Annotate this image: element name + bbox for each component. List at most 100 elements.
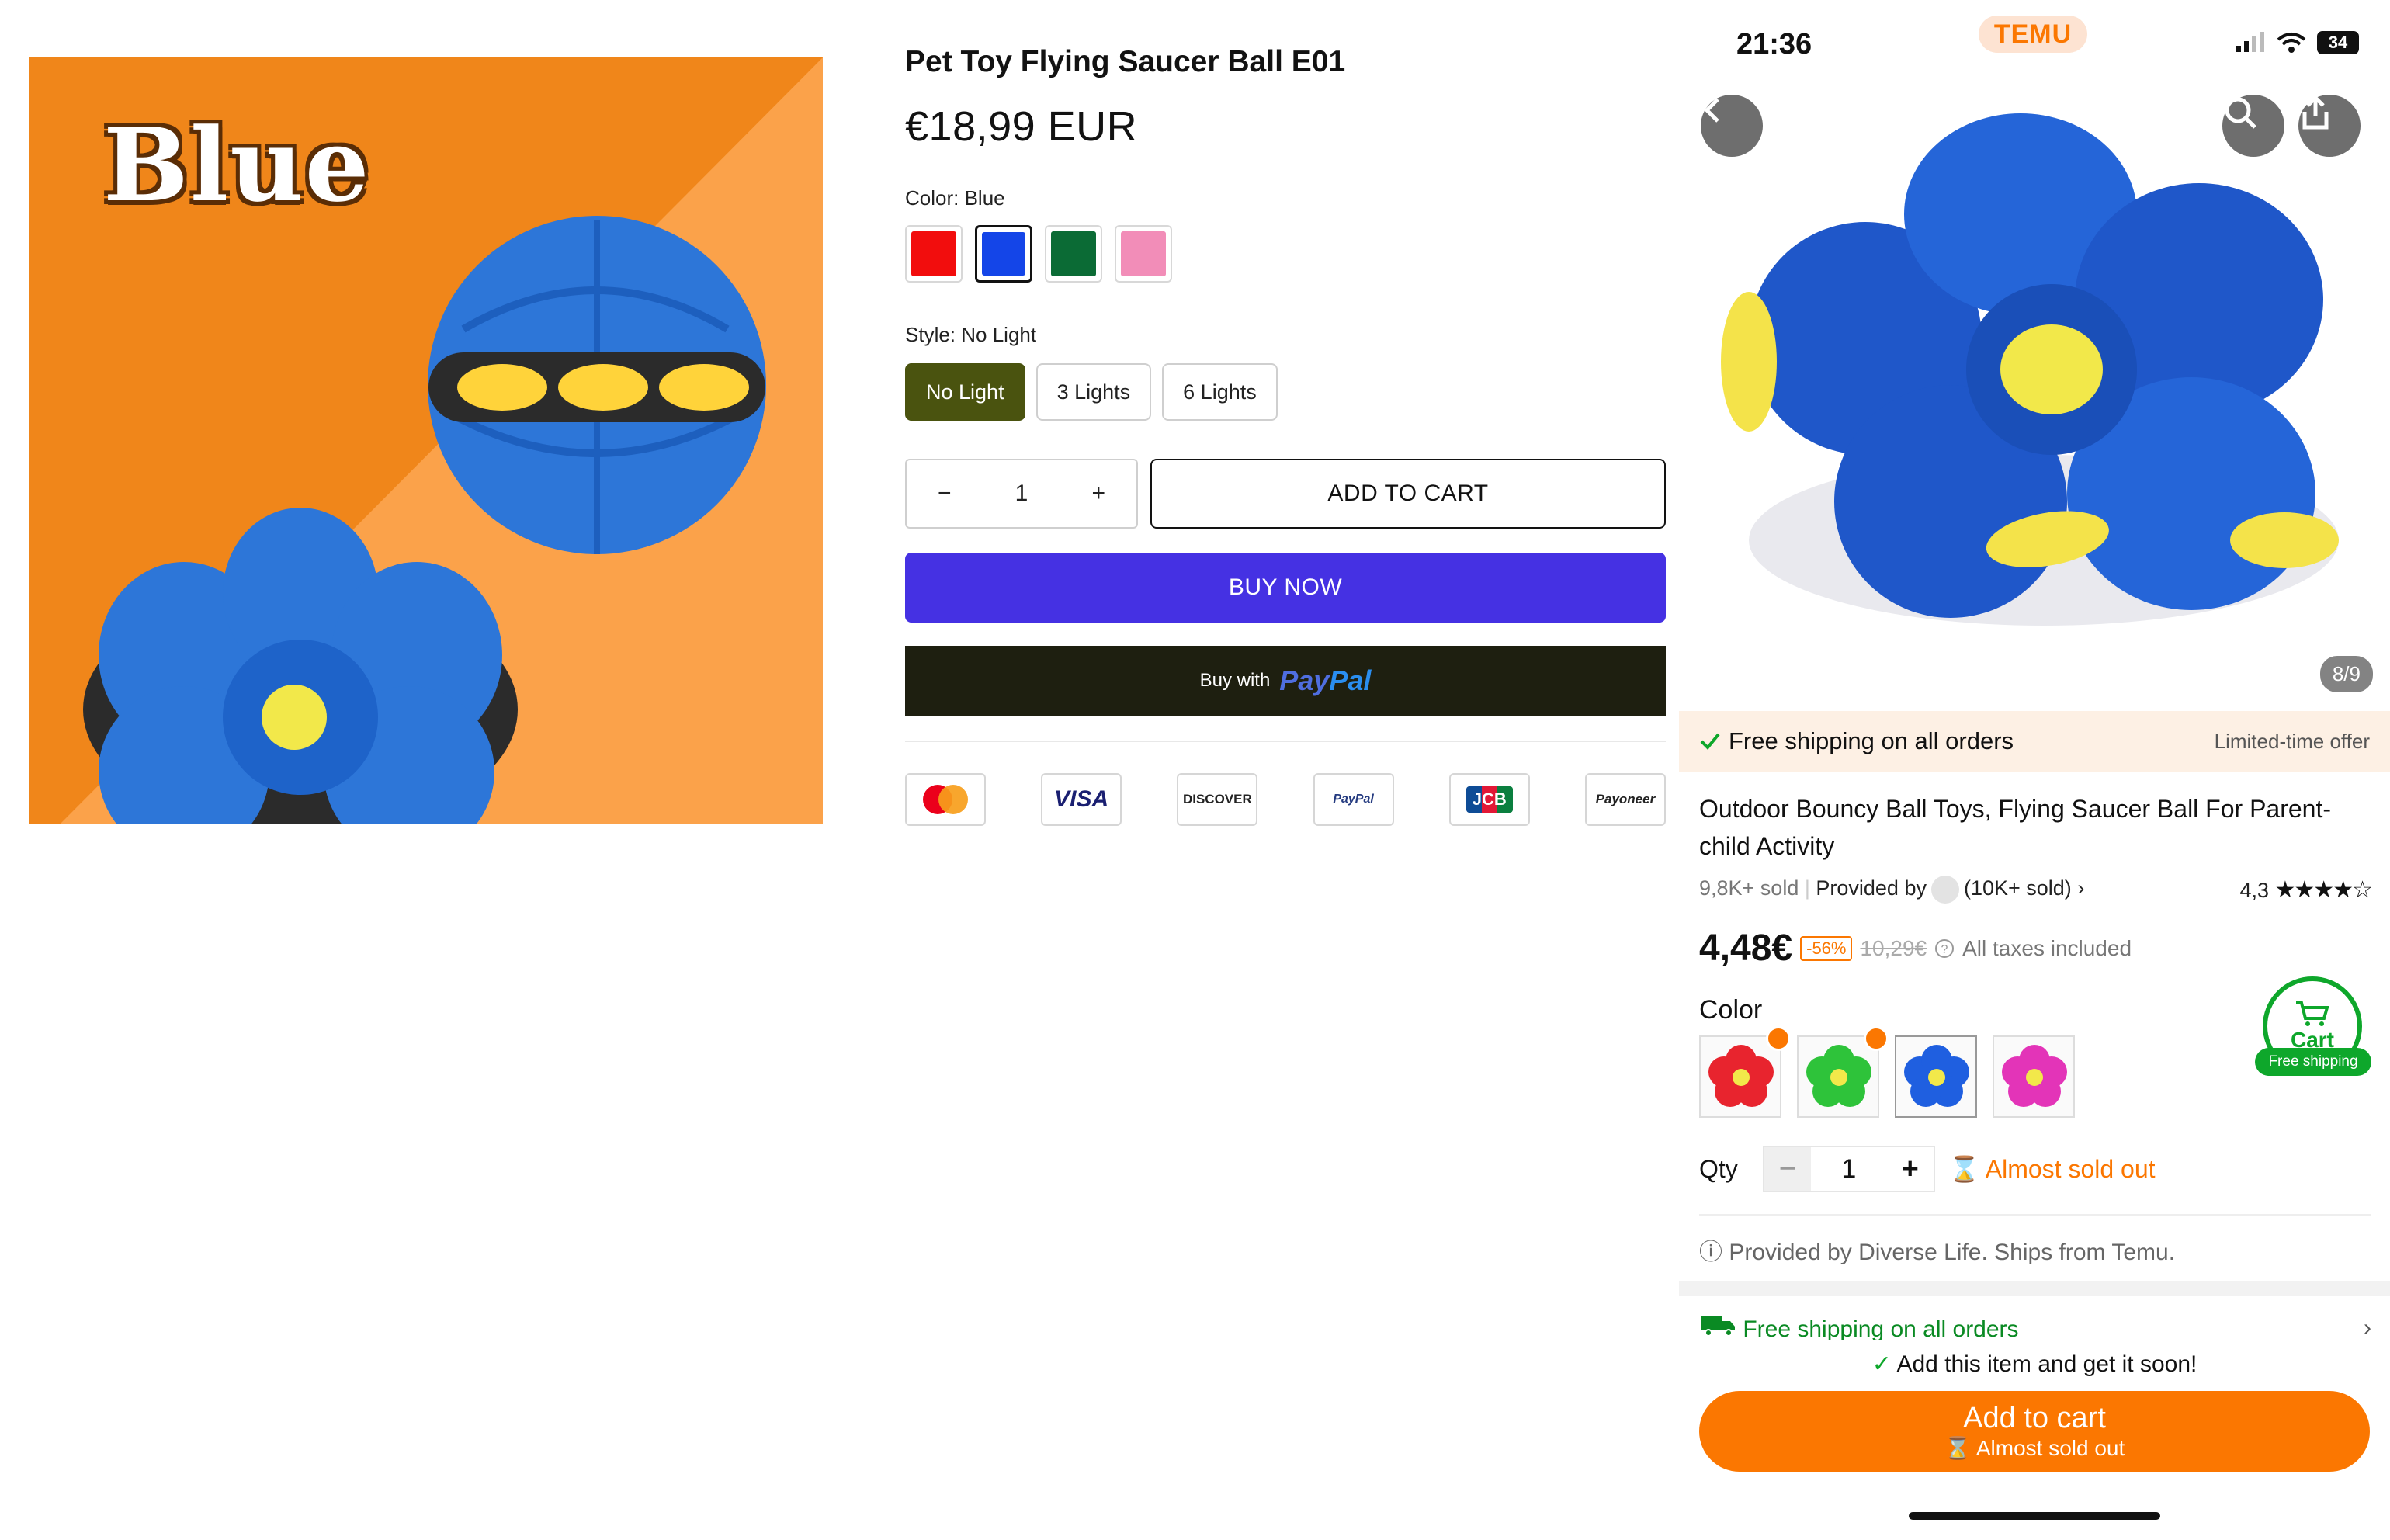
shipping-info-row[interactable]: Free shipping on all orders › [1699,1313,2371,1343]
add-cart-label: Add to cart [1963,1402,2106,1434]
temu-mobile-screen: 21:36 TEMU 34 8/9 Free shipping on all o… [1679,0,2390,1540]
seller-avatar[interactable] [1930,876,1959,904]
buy-with-label: Buy with [1199,670,1271,691]
pink-saucer-image [2002,1045,2067,1107]
chevron-right-icon: › [2364,1315,2371,1341]
product-price: €18,99 EUR [905,103,1138,150]
qty-label: Qty [1699,1154,1738,1183]
swatch-red[interactable] [905,225,963,283]
share-icon [2302,95,2329,130]
quantity-row: Qty − 1 + ⌛ Almost sold out [1699,1146,2156,1192]
mastercard-icon [905,773,986,826]
back-button[interactable] [1701,95,1763,157]
product-gallery[interactable]: 8/9 [1679,75,2390,706]
qty-increase-button[interactable]: + [1886,1147,1934,1191]
green-saucer-image [1806,1045,1871,1107]
swatch-green-fill [1051,231,1096,276]
color-thumb-blue[interactable] [1895,1035,1977,1118]
quantity-stepper: − 1 + [905,459,1138,529]
swatch-green[interactable] [1045,225,1102,283]
shipping-text: Free shipping on all orders [1743,1316,2019,1342]
battery-icon: 34 [2317,31,2359,54]
jcb-icon: JCB [1448,773,1530,826]
style-option-label: Style: No Light [905,323,1037,346]
add-to-cart-button[interactable]: Add to cart ⌛ Almost sold out [1699,1391,2370,1472]
qty-value[interactable]: 1 [1015,480,1028,507]
payoneer-text: Payoneer [1595,792,1656,806]
swatch-blue[interactable] [975,225,1032,283]
visa-text: VISA [1054,786,1109,812]
swatch-blue-fill [982,232,1025,276]
info-icon[interactable]: ? [1934,938,1955,959]
qty-decrease-button[interactable]: − [938,480,952,507]
chevron-left-icon [1704,98,1719,123]
section-separator [1679,1281,2390,1296]
share-button[interactable] [2298,95,2361,157]
limited-offer-label: Limited-time offer [2214,729,2370,753]
paypal-logo-pay: Pay [1279,664,1330,696]
product-info-panel: Pet Toy Flying Saucer Ball E01 €18,99 EU… [905,45,1666,826]
chevron-right-icon[interactable]: › [2077,876,2084,900]
payment-methods: VISA DISCOVER PayPal JCB Payoneer [905,773,1666,826]
color-swatches [905,225,1172,283]
add-cart-sublabel-text: Almost sold out [1975,1436,2125,1460]
rating-value: 4,3 [2239,878,2269,902]
offer-text: Free shipping on all orders [1729,727,2014,754]
svg-text:?: ? [1941,943,1948,956]
paypal-checkout-button[interactable]: Buy with PayPal [905,646,1666,716]
search-button[interactable] [2222,95,2284,157]
style-no-light-button[interactable]: No Light [905,363,1025,421]
saucer-ball-photo [1721,113,2339,626]
truck-icon [1701,1316,1735,1337]
add-note: ✓ Add this item and get it soon! [1679,1351,2390,1378]
qty-value[interactable]: 1 [1811,1154,1887,1184]
rating-stars[interactable]: ★★★★☆ [2275,877,2373,903]
discover-icon: DISCOVER [1177,773,1258,826]
almost-sold-out-label: ⌛ Almost sold out [1948,1155,2156,1183]
check-icon: ✓ [1871,1351,1892,1377]
product-title: Outdoor Bouncy Ball Toys, Flying Saucer … [1699,795,2331,860]
qty-decrease-button[interactable]: − [1764,1147,1811,1191]
price-row: 4,48€ -56% 10,29€ ? All taxes included [1699,927,2132,969]
add-cart-sublabel: ⌛ Almost sold out [1944,1436,2125,1460]
color-thumb-pink[interactable] [1993,1035,2075,1118]
paypal-logo-pal: Pal [1329,664,1372,696]
color-option-label: Color: Blue [905,186,1005,210]
color-thumbnails [1699,1026,2075,1118]
visa-icon: VISA [1041,773,1122,826]
paypal-icon-text: PayPal [1333,793,1374,806]
jcb-text: JCB [1466,786,1513,813]
swatch-red-fill [911,231,956,276]
seller-sold-count[interactable]: (10K+ sold) [1964,876,2072,900]
swatch-pink-fill [1121,231,1166,276]
check-icon [1700,733,1720,750]
product-title: Pet Toy Flying Saucer Ball E01 [905,45,1346,78]
product-hero-image: Blue [29,57,823,824]
color-thumb-red[interactable] [1699,1026,1791,1118]
color-thumb-green[interactable] [1797,1026,1889,1118]
quantity-row: − 1 + ADD TO CART [905,459,1666,529]
red-saucer-image [1708,1045,1774,1107]
current-price: 4,48€ [1699,928,1793,969]
provided-by-label[interactable]: Provided by [1816,876,1927,900]
home-indicator [1909,1512,2160,1520]
swatch-pink[interactable] [1115,225,1172,283]
bottom-action-bar: ✓ Add this item and get it soon! Add to … [1679,1340,2390,1540]
add-note-text: Add this item and get it soon! [1896,1351,2197,1377]
style-6-lights-button[interactable]: 6 Lights [1162,363,1278,421]
cart-free-shipping-tag: Free shipping [2255,1048,2371,1076]
provider-note-text: Provided by Diverse Life. Ships from Tem… [1729,1240,2176,1265]
free-shipping-banner: Free shipping on all orders Limited-time… [1679,711,2390,772]
style-3-lights-button[interactable]: 3 Lights [1035,363,1152,421]
color-caption: Blue [103,106,371,224]
signal-icon [2236,32,2264,52]
buy-now-button[interactable]: BUY NOW [905,553,1666,623]
quantity-stepper: − 1 + [1762,1146,1935,1192]
add-to-cart-button[interactable]: ADD TO CART [1150,459,1666,529]
paypal-logo: PayPal [1279,664,1371,697]
temu-logo: TEMU [1979,16,2087,53]
status-time: 21:36 [1736,28,1812,61]
qty-increase-button[interactable]: + [1091,480,1105,507]
provider-note: ⓘ Provided by Diverse Life. Ships from T… [1699,1240,2176,1265]
search-icon [2225,97,2256,129]
